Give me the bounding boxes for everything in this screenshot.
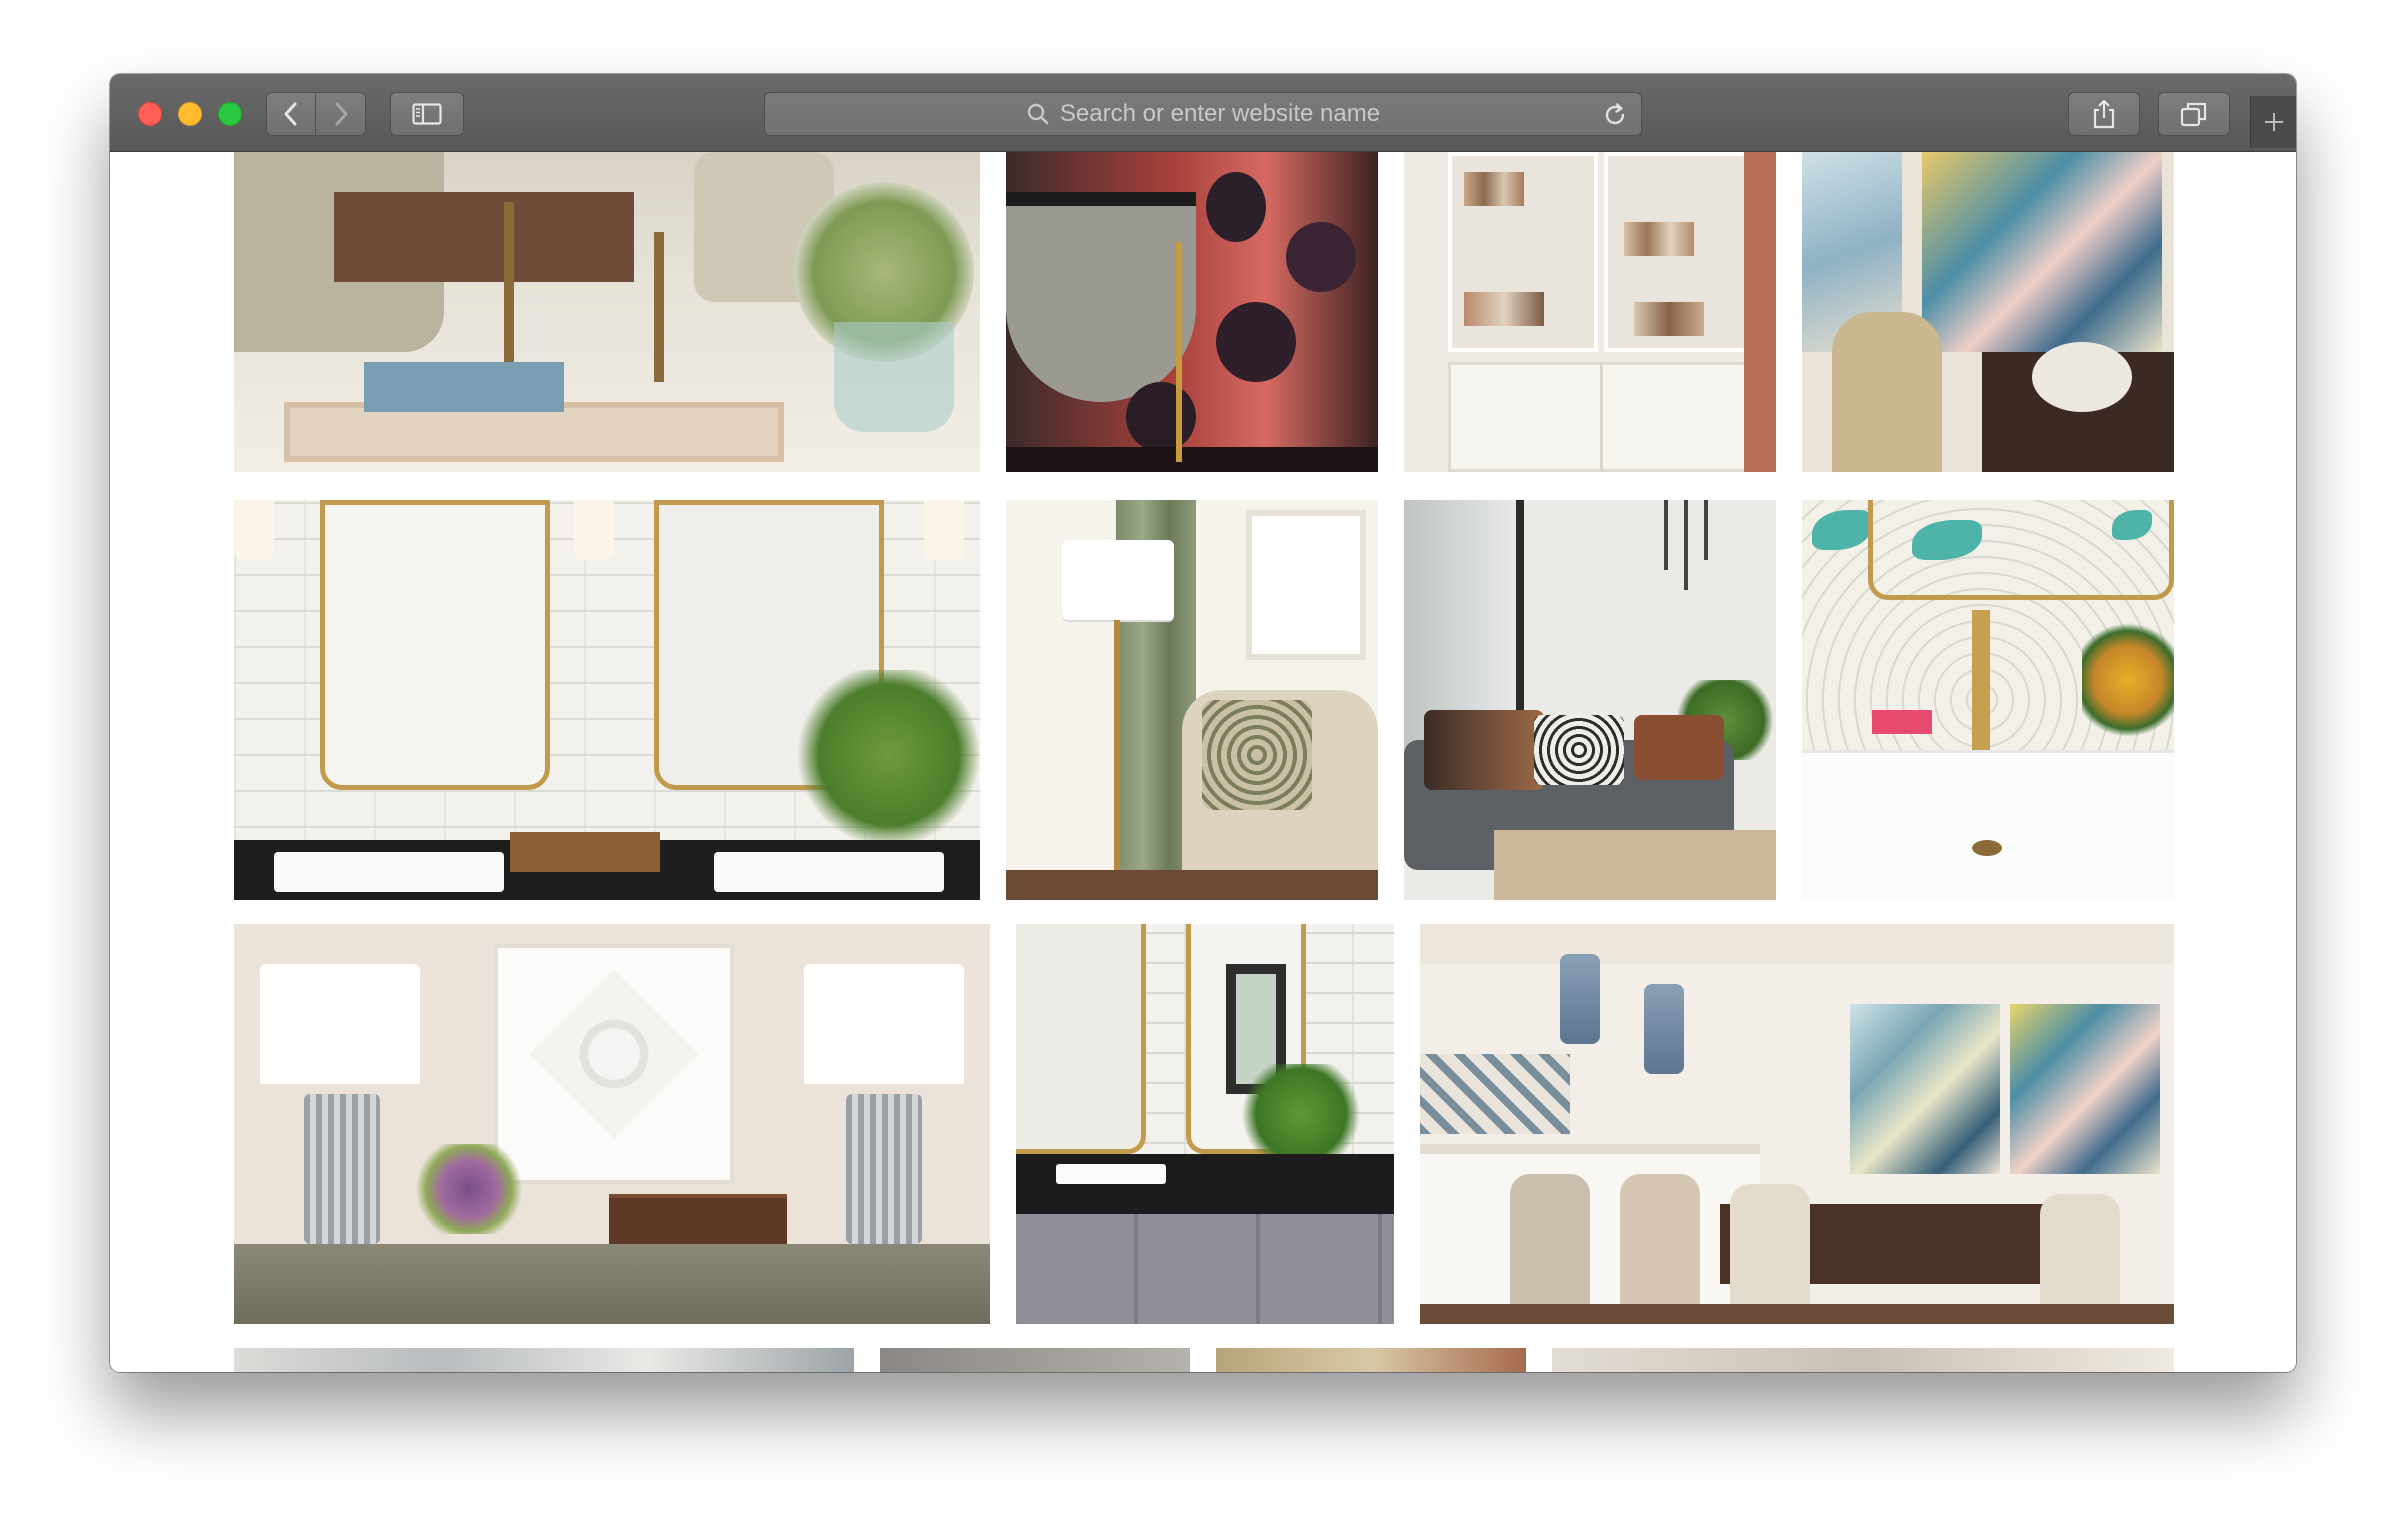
minimize-window-button[interactable] (178, 102, 202, 126)
gallery-image-double-vanity[interactable] (234, 500, 980, 900)
gallery-image-gray-sofa[interactable] (1404, 500, 1776, 900)
gallery-image-vanity-window[interactable] (1016, 924, 1394, 1324)
browser-window: Search or enter website name (110, 74, 2296, 1372)
gallery-image-armchair[interactable] (1006, 500, 1378, 900)
reload-button[interactable] (1601, 101, 1629, 129)
chevron-right-icon (335, 102, 347, 126)
gallery-image-partial-3[interactable] (1216, 1348, 1526, 1372)
gallery-image-kitchen-dining[interactable] (1420, 924, 2174, 1324)
gallery-image-bird-wallpaper[interactable] (1802, 500, 2174, 900)
forward-button[interactable] (316, 92, 366, 136)
gallery-image-partial-1[interactable] (234, 1348, 854, 1372)
sidebar-icon (412, 103, 442, 125)
search-icon (1027, 103, 1049, 125)
gallery-image-abstract-art[interactable] (1802, 152, 2174, 472)
new-tab-button[interactable] (2250, 96, 2296, 148)
address-bar-placeholder[interactable]: Search or enter website name (1060, 100, 1380, 128)
gallery (110, 152, 2296, 1372)
chevron-left-icon (284, 102, 297, 126)
tabs-overview-icon (2180, 102, 2207, 127)
back-button[interactable] (266, 92, 316, 136)
tab-overview-button[interactable] (2158, 92, 2230, 136)
gallery-image-partial-4[interactable] (1552, 1348, 2174, 1372)
gallery-image-living-room[interactable] (234, 152, 980, 472)
reload-icon (1605, 103, 1625, 125)
share-button[interactable] (2068, 92, 2140, 136)
share-icon (2093, 99, 2115, 129)
gallery-image-powder-room[interactable] (1006, 152, 1378, 472)
gallery-image-bookshelves[interactable] (1404, 152, 1776, 472)
maximize-window-button[interactable] (218, 102, 242, 126)
gallery-image-partial-2[interactable] (880, 1348, 1190, 1372)
sidebar-toggle-button[interactable] (390, 92, 464, 136)
close-window-button[interactable] (138, 102, 162, 126)
gallery-image-console-lamps[interactable] (234, 924, 990, 1324)
address-bar[interactable]: Search or enter website name (764, 92, 1642, 136)
plus-icon (2264, 113, 2283, 131)
browser-toolbar: Search or enter website name (110, 74, 2296, 152)
